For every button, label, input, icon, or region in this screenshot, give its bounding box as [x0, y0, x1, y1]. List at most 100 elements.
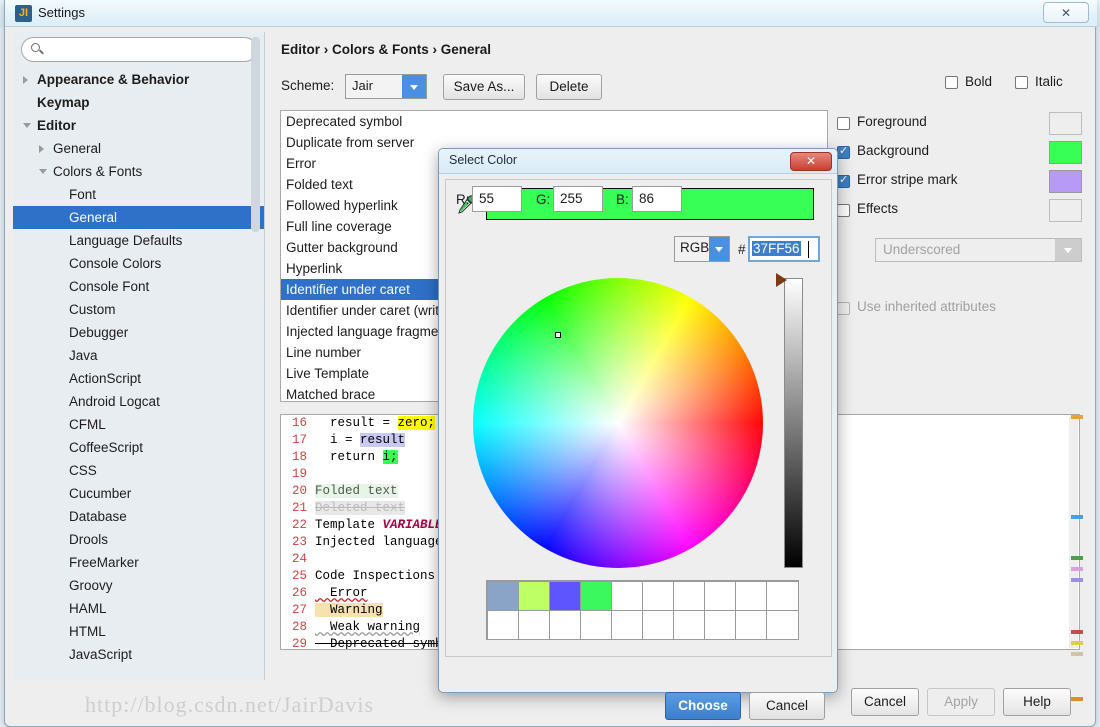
palette-swatch[interactable]: [704, 580, 737, 611]
sidebar-item-custom[interactable]: Custom: [13, 298, 264, 321]
sidebar-item-editor[interactable]: Editor: [13, 114, 264, 137]
chevron-down-icon[interactable]: [23, 123, 31, 128]
effect-type-select[interactable]: Underscored: [875, 238, 1082, 262]
chevron-right-icon[interactable]: [23, 76, 28, 84]
checkbox-effects[interactable]: [837, 204, 850, 217]
sidebar-item-debugger[interactable]: Debugger: [13, 321, 264, 344]
chevron-down-icon[interactable]: [1055, 239, 1081, 261]
palette-swatch[interactable]: [486, 609, 519, 640]
sidebar-item-general[interactable]: General: [13, 206, 264, 229]
palette-swatch[interactable]: [766, 609, 799, 640]
chevron-down-icon[interactable]: [709, 237, 729, 261]
checkbox-error-stripe-mark[interactable]: [837, 173, 850, 188]
error-stripe-mark[interactable]: [1071, 641, 1083, 645]
palette-swatch[interactable]: [517, 609, 550, 640]
error-stripe-mark[interactable]: [1071, 652, 1083, 656]
blue-input[interactable]: 86: [632, 186, 682, 212]
scheme-select[interactable]: Jair: [345, 74, 427, 99]
color-dialog-cancel-button[interactable]: Cancel: [749, 692, 825, 720]
sidebar-item-haml[interactable]: HAML: [13, 597, 264, 620]
help-button[interactable]: Help: [1003, 688, 1071, 716]
sidebar-item-cucumber[interactable]: Cucumber: [13, 482, 264, 505]
sidebar-item-language-defaults[interactable]: Language Defaults: [13, 229, 264, 252]
sidebar-item-console-font[interactable]: Console Font: [13, 275, 264, 298]
error-stripe-mark[interactable]: [1071, 515, 1083, 519]
color-swatch[interactable]: [1049, 170, 1082, 193]
save-as-button[interactable]: Save As...: [443, 74, 525, 100]
palette-swatch[interactable]: [704, 609, 737, 640]
sidebar-item-freemarker[interactable]: FreeMarker: [13, 551, 264, 574]
cancel-button[interactable]: Cancel: [851, 688, 919, 716]
error-stripe-mark[interactable]: [1071, 567, 1083, 571]
palette-swatch[interactable]: [766, 580, 799, 611]
search-input[interactable]: [48, 41, 248, 59]
color-dialog-close-button[interactable]: ✕: [790, 152, 832, 171]
sidebar-item-label: Appearance & Behavior: [37, 72, 190, 87]
palette-swatch[interactable]: [579, 580, 612, 611]
sidebar-item-javascript[interactable]: JavaScript: [13, 643, 264, 666]
sidebar-item-html[interactable]: HTML: [13, 620, 264, 643]
choose-button[interactable]: Choose: [665, 692, 741, 720]
palette-swatch[interactable]: [673, 609, 706, 640]
palette-swatch[interactable]: [548, 609, 581, 640]
settings-tree[interactable]: Appearance & Behavior Keymap Editor General…: [13, 68, 264, 680]
sidebar-item-font[interactable]: Font: [13, 183, 264, 206]
hex-input[interactable]: 37FF56: [748, 236, 820, 262]
bold-checkbox[interactable]: [945, 76, 958, 89]
color-swatch[interactable]: [1049, 199, 1082, 222]
sidebar-item-colors-fonts[interactable]: Colors & Fonts: [13, 160, 264, 183]
palette-swatch[interactable]: [548, 580, 581, 611]
checkbox-foreground[interactable]: [837, 117, 850, 130]
sidebar-item-android-logcat[interactable]: Android Logcat: [13, 390, 264, 413]
palette-swatch[interactable]: [735, 609, 768, 640]
checkbox-background[interactable]: [837, 144, 850, 159]
palette-swatch[interactable]: [486, 580, 519, 611]
chevron-down-icon[interactable]: [39, 169, 47, 174]
search-box[interactable]: [21, 37, 257, 62]
error-stripe-mark[interactable]: [1071, 578, 1083, 582]
palette-swatch[interactable]: [610, 580, 643, 611]
sidebar-scrollbar[interactable]: [251, 37, 260, 232]
window-close-button[interactable]: ✕: [1043, 2, 1089, 23]
sidebar-item-label: Java: [69, 348, 98, 363]
color-swatch[interactable]: [1049, 141, 1082, 164]
sidebar-item-groovy[interactable]: Groovy: [13, 574, 264, 597]
palette-swatch[interactable]: [517, 580, 550, 611]
error-stripe-mark[interactable]: [1071, 415, 1083, 419]
sidebar-item-general[interactable]: General: [13, 137, 264, 160]
color-mode-select[interactable]: RGB: [674, 236, 730, 262]
error-stripe-mark[interactable]: [1071, 630, 1083, 634]
sidebar-item-drools[interactable]: Drools: [13, 528, 264, 551]
sidebar-item-actionscript[interactable]: ActionScript: [13, 367, 264, 390]
color-wheel-marker[interactable]: [555, 332, 561, 338]
palette-swatch[interactable]: [735, 580, 768, 611]
chevron-right-icon[interactable]: [39, 145, 44, 153]
list-item[interactable]: Deprecated symbol: [281, 111, 827, 132]
chevron-down-icon[interactable]: [402, 75, 426, 98]
sidebar-item-label: CFML: [69, 417, 106, 432]
sidebar-item-console-colors[interactable]: Console Colors: [13, 252, 264, 275]
palette-swatch[interactable]: [579, 609, 612, 640]
palette-swatch[interactable]: [673, 580, 706, 611]
red-input[interactable]: 55: [472, 186, 522, 212]
sidebar-item-keymap[interactable]: Keymap: [13, 91, 264, 114]
brightness-slider-thumb[interactable]: [776, 273, 787, 287]
sidebar-item-appearance-behavior[interactable]: Appearance & Behavior: [13, 68, 264, 91]
sidebar-item-css[interactable]: CSS: [13, 459, 264, 482]
color-wheel[interactable]: [473, 278, 763, 568]
brightness-slider[interactable]: [784, 278, 803, 568]
palette-swatch[interactable]: [642, 609, 675, 640]
error-stripe-column[interactable]: [1069, 415, 1085, 701]
palette-swatch[interactable]: [610, 609, 643, 640]
error-stripe-mark[interactable]: [1071, 556, 1083, 560]
recent-colors-palette[interactable]: [486, 580, 799, 640]
sidebar-item-java[interactable]: Java: [13, 344, 264, 367]
sidebar-item-database[interactable]: Database: [13, 505, 264, 528]
sidebar-item-cfml[interactable]: CFML: [13, 413, 264, 436]
delete-button[interactable]: Delete: [536, 74, 602, 100]
sidebar-item-coffeescript[interactable]: CoffeeScript: [13, 436, 264, 459]
green-input[interactable]: 255: [553, 186, 603, 212]
color-swatch[interactable]: [1049, 112, 1082, 135]
italic-checkbox[interactable]: [1015, 76, 1028, 89]
palette-swatch[interactable]: [642, 580, 675, 611]
